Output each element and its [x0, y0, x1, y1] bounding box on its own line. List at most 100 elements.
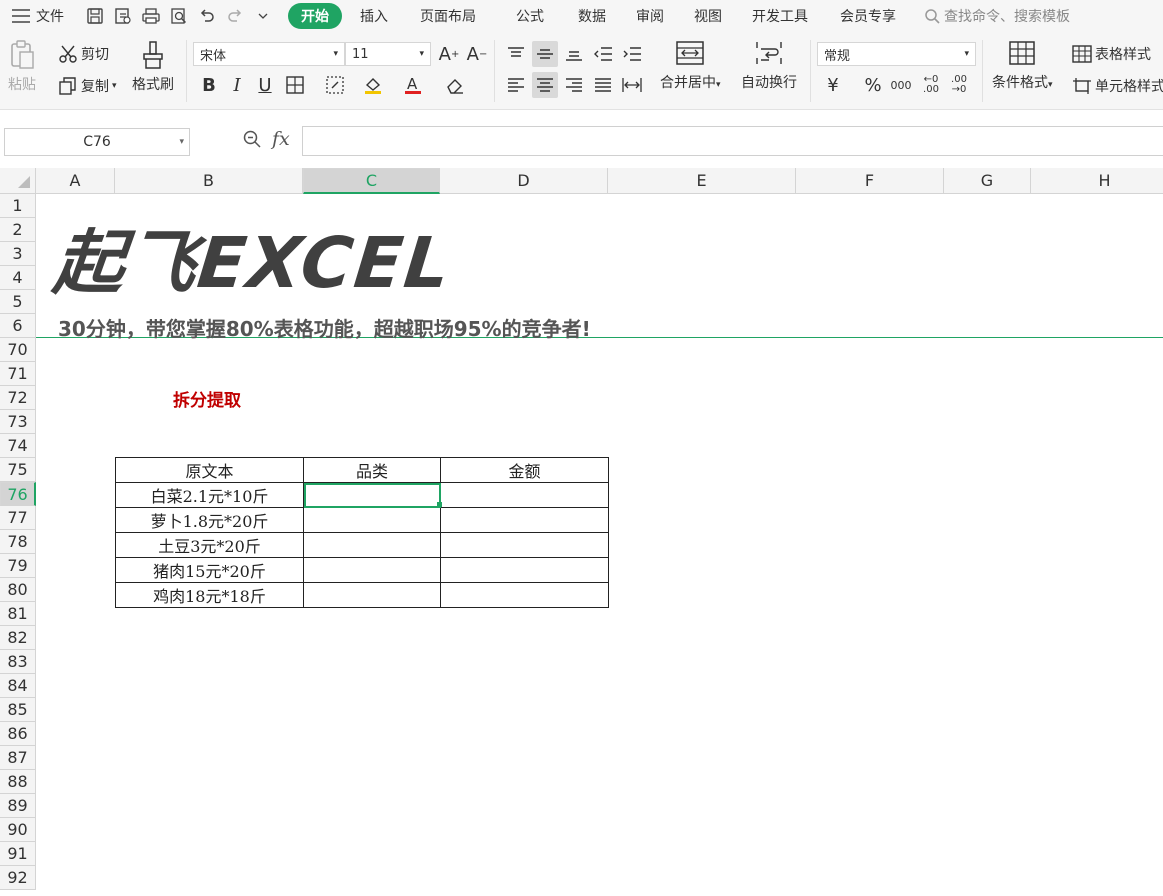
fill-color-icon[interactable]	[360, 72, 386, 98]
cell-original[interactable]: 白菜2.1元*10斤	[115, 482, 304, 508]
decrease-font-icon[interactable]: A −	[464, 41, 490, 67]
tab-member[interactable]: 会员专享	[824, 6, 912, 26]
row-header-88[interactable]: 88	[0, 770, 36, 794]
select-all-corner[interactable]	[0, 168, 36, 194]
row-header-79[interactable]: 79	[0, 554, 36, 578]
row-header-91[interactable]: 91	[0, 842, 36, 866]
row-header-92[interactable]: 92	[0, 866, 36, 890]
undo-icon[interactable]	[196, 5, 218, 27]
bold-icon[interactable]: B	[196, 72, 222, 98]
row-header-1[interactable]: 1	[0, 194, 36, 218]
font-size-select[interactable]: 11 ▾	[345, 42, 431, 66]
cut-button[interactable]: 剪切	[58, 44, 109, 64]
row-header-89[interactable]: 89	[0, 794, 36, 818]
name-box[interactable]: C76 ▾	[4, 128, 190, 156]
header-amount[interactable]: 金额	[440, 457, 609, 483]
cell-amount[interactable]	[440, 532, 609, 558]
row-header-86[interactable]: 86	[0, 722, 36, 746]
column-header-g[interactable]: G	[944, 168, 1031, 194]
row-header-70[interactable]: 70	[0, 338, 36, 362]
conditional-format-button[interactable]: 条件格式▾	[992, 40, 1053, 92]
cell-amount[interactable]	[440, 482, 609, 508]
tab-page-layout[interactable]: 页面布局	[400, 6, 496, 26]
cell-category[interactable]	[303, 582, 441, 608]
row-header-82[interactable]: 82	[0, 626, 36, 650]
column-header-c[interactable]: C	[303, 168, 440, 194]
increase-decimal-icon[interactable]: ←0.00	[918, 72, 944, 98]
row-header-77[interactable]: 77	[0, 506, 36, 530]
active-cell[interactable]	[303, 482, 441, 508]
tab-home[interactable]: 开始	[288, 3, 342, 29]
align-right-icon[interactable]	[561, 72, 587, 98]
row-header-81[interactable]: 81	[0, 602, 36, 626]
row-header-74[interactable]: 74	[0, 434, 36, 458]
align-center-icon[interactable]	[532, 72, 558, 98]
cell-category[interactable]	[303, 532, 441, 558]
borders-icon[interactable]	[282, 72, 308, 98]
cell-original[interactable]: 猪肉15元*20斤	[115, 557, 304, 583]
decrease-decimal-icon[interactable]: .00 →0	[946, 72, 972, 98]
clear-format-icon[interactable]	[442, 72, 468, 98]
row-header-71[interactable]: 71	[0, 362, 36, 386]
row-header-73[interactable]: 73	[0, 410, 36, 434]
row-header-76[interactable]: 76	[0, 482, 36, 506]
distribute-icon[interactable]	[619, 72, 645, 98]
fill-handle[interactable]	[437, 502, 442, 507]
italic-icon[interactable]: I	[224, 72, 250, 98]
print-icon[interactable]	[140, 5, 162, 27]
print-preview-icon[interactable]	[168, 5, 190, 27]
export-pdf-icon[interactable]	[112, 5, 134, 27]
tab-developer[interactable]: 开发工具	[736, 6, 824, 26]
merge-center-button[interactable]: 合并居中▾	[660, 40, 721, 92]
percent-icon[interactable]: %	[860, 72, 886, 98]
row-header-78[interactable]: 78	[0, 530, 36, 554]
tab-formulas[interactable]: 公式	[496, 6, 564, 26]
cell-amount[interactable]	[440, 557, 609, 583]
formula-input[interactable]	[302, 126, 1163, 156]
row-header-6[interactable]: 6	[0, 314, 36, 338]
align-left-icon[interactable]	[503, 72, 529, 98]
header-category[interactable]: 品类	[303, 457, 441, 483]
cell-original[interactable]: 土豆3元*20斤	[115, 532, 304, 558]
align-top-icon[interactable]	[503, 41, 529, 67]
row-header-87[interactable]: 87	[0, 746, 36, 770]
tab-data[interactable]: 数据	[564, 6, 620, 26]
command-search[interactable]: 查找命令、搜索模板	[924, 6, 1070, 26]
align-middle-icon[interactable]	[532, 41, 558, 67]
cell-original[interactable]: 萝卜1.8元*20斤	[115, 507, 304, 533]
cell-category[interactable]	[303, 507, 441, 533]
row-header-83[interactable]: 83	[0, 650, 36, 674]
font-color-icon[interactable]: A	[400, 72, 426, 98]
format-painter-button[interactable]: 格式刷	[132, 40, 174, 94]
row-header-90[interactable]: 90	[0, 818, 36, 842]
justify-icon[interactable]	[590, 72, 616, 98]
align-bottom-icon[interactable]	[561, 41, 587, 67]
decrease-indent-icon[interactable]	[590, 41, 616, 67]
column-header-h[interactable]: H	[1031, 168, 1163, 194]
currency-icon[interactable]: ¥	[820, 72, 846, 98]
column-header-e[interactable]: E	[608, 168, 796, 194]
font-name-select[interactable]: 宋体 ▾	[193, 42, 345, 66]
increase-indent-icon[interactable]	[619, 41, 645, 67]
cell-amount[interactable]	[440, 582, 609, 608]
column-header-d[interactable]: D	[440, 168, 608, 194]
column-header-b[interactable]: B	[115, 168, 303, 194]
row-header-80[interactable]: 80	[0, 578, 36, 602]
cell-category[interactable]	[303, 557, 441, 583]
underline-icon[interactable]: U	[252, 72, 278, 98]
wrap-text-button[interactable]: 自动换行	[741, 40, 797, 92]
row-header-84[interactable]: 84	[0, 674, 36, 698]
increase-font-icon[interactable]: A +	[436, 41, 462, 67]
row-header-72[interactable]: 72	[0, 386, 36, 410]
insert-function-icon[interactable]: fx	[272, 128, 290, 150]
row-header-5[interactable]: 5	[0, 290, 36, 314]
cell-amount[interactable]	[440, 507, 609, 533]
fill-style-icon[interactable]	[322, 72, 348, 98]
number-format-select[interactable]: 常规 ▾	[817, 42, 976, 66]
row-header-75[interactable]: 75	[0, 458, 36, 482]
row-header-85[interactable]: 85	[0, 698, 36, 722]
tab-view[interactable]: 视图	[680, 6, 736, 26]
row-header-3[interactable]: 3	[0, 242, 36, 266]
column-header-a[interactable]: A	[36, 168, 115, 194]
cell-original[interactable]: 鸡肉18元*18斤	[115, 582, 304, 608]
